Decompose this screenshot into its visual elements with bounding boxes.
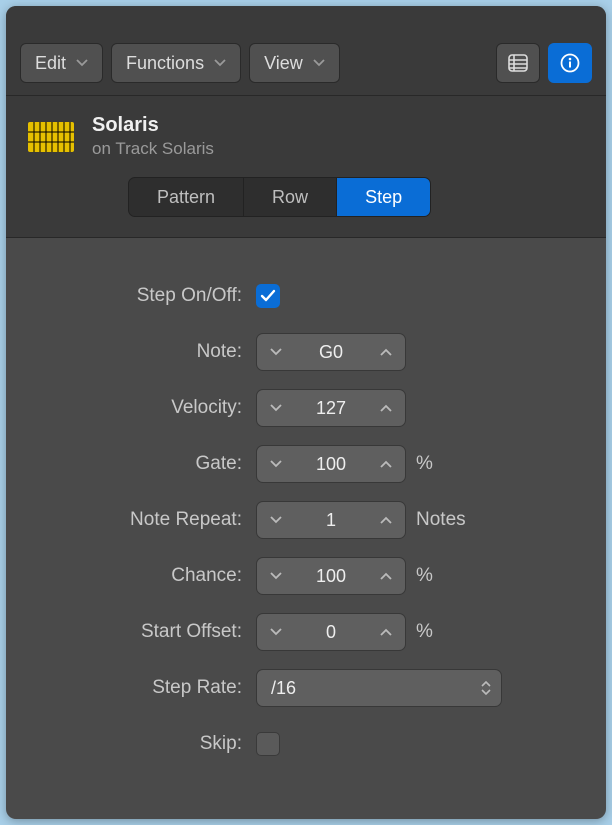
value-note[interactable]: G0 bbox=[295, 334, 367, 370]
functions-menu[interactable]: Functions bbox=[111, 43, 241, 83]
step-parameters: Step On/Off: Note: G0 Velocity: bbox=[6, 238, 606, 792]
view-menu[interactable]: View bbox=[249, 43, 340, 83]
scope-segmented-control: Pattern Row Step bbox=[128, 177, 431, 217]
row-skip: Skip: bbox=[36, 716, 576, 772]
unit-start-offset: % bbox=[416, 621, 433, 643]
chevron-down-icon[interactable] bbox=[257, 446, 295, 482]
chevron-up-icon[interactable] bbox=[367, 558, 405, 594]
step-sequencer-icon bbox=[28, 121, 74, 153]
value-step-rate: /16 bbox=[271, 678, 296, 699]
stepper-gate[interactable]: 100 bbox=[256, 445, 406, 483]
chevron-down-icon[interactable] bbox=[257, 558, 295, 594]
row-gate: Gate: 100 % bbox=[36, 436, 576, 492]
chevron-down-icon bbox=[313, 59, 325, 67]
row-start-offset: Start Offset: 0 % bbox=[36, 604, 576, 660]
label-velocity: Velocity: bbox=[36, 397, 256, 419]
label-step-rate: Step Rate: bbox=[36, 677, 256, 699]
chevron-up-icon[interactable] bbox=[367, 446, 405, 482]
label-chance: Chance: bbox=[36, 565, 256, 587]
checkbox-skip[interactable] bbox=[256, 732, 280, 756]
chevron-down-icon[interactable] bbox=[257, 390, 295, 426]
chevron-up-icon[interactable] bbox=[367, 390, 405, 426]
toolbar: Edit Functions View bbox=[6, 6, 606, 96]
updown-arrows-icon bbox=[481, 681, 491, 695]
stepper-note[interactable]: G0 bbox=[256, 333, 406, 371]
select-step-rate[interactable]: /16 bbox=[256, 669, 502, 707]
tab-pattern[interactable]: Pattern bbox=[129, 178, 244, 216]
chevron-down-icon[interactable] bbox=[257, 502, 295, 538]
label-gate: Gate: bbox=[36, 453, 256, 475]
edit-menu-label: Edit bbox=[35, 53, 66, 74]
tab-row[interactable]: Row bbox=[244, 178, 337, 216]
row-note: Note: G0 bbox=[36, 324, 576, 380]
info-button[interactable] bbox=[548, 43, 592, 83]
unit-chance: % bbox=[416, 565, 433, 587]
region-subtitle: on Track Solaris bbox=[92, 139, 214, 159]
info-icon bbox=[560, 53, 580, 73]
stepper-note-repeat[interactable]: 1 bbox=[256, 501, 406, 539]
unit-gate: % bbox=[416, 453, 433, 475]
row-velocity: Velocity: 127 bbox=[36, 380, 576, 436]
chevron-up-icon[interactable] bbox=[367, 502, 405, 538]
region-header: Solaris on Track Solaris Pattern Row Ste… bbox=[6, 96, 606, 238]
row-step-on-off: Step On/Off: bbox=[36, 268, 576, 324]
functions-menu-label: Functions bbox=[126, 53, 204, 74]
row-chance: Chance: 100 % bbox=[36, 548, 576, 604]
label-skip: Skip: bbox=[36, 733, 256, 755]
label-note-repeat: Note Repeat: bbox=[36, 509, 256, 531]
value-velocity[interactable]: 127 bbox=[295, 390, 367, 426]
inspector-window: Edit Functions View bbox=[6, 6, 606, 819]
chevron-down-icon bbox=[76, 59, 88, 67]
checkbox-step-on-off[interactable] bbox=[256, 284, 280, 308]
region-title: Solaris bbox=[92, 114, 214, 137]
value-gate[interactable]: 100 bbox=[295, 446, 367, 482]
chevron-down-icon bbox=[214, 59, 226, 67]
value-chance[interactable]: 100 bbox=[295, 558, 367, 594]
list-icon bbox=[508, 54, 528, 72]
value-start-offset[interactable]: 0 bbox=[295, 614, 367, 650]
stepper-velocity[interactable]: 127 bbox=[256, 389, 406, 427]
label-note: Note: bbox=[36, 341, 256, 363]
view-menu-label: View bbox=[264, 53, 303, 74]
edit-menu[interactable]: Edit bbox=[20, 43, 103, 83]
stepper-start-offset[interactable]: 0 bbox=[256, 613, 406, 651]
stepper-chance[interactable]: 100 bbox=[256, 557, 406, 595]
row-note-repeat: Note Repeat: 1 Notes bbox=[36, 492, 576, 548]
value-note-repeat[interactable]: 1 bbox=[295, 502, 367, 538]
list-button[interactable] bbox=[496, 43, 540, 83]
chevron-down-icon[interactable] bbox=[257, 614, 295, 650]
unit-note-repeat: Notes bbox=[416, 509, 466, 531]
chevron-up-icon[interactable] bbox=[367, 334, 405, 370]
label-start-offset: Start Offset: bbox=[36, 621, 256, 643]
tab-step[interactable]: Step bbox=[337, 178, 430, 216]
label-step-on-off: Step On/Off: bbox=[36, 285, 256, 307]
row-step-rate: Step Rate: /16 bbox=[36, 660, 576, 716]
chevron-down-icon[interactable] bbox=[257, 334, 295, 370]
chevron-up-icon[interactable] bbox=[367, 614, 405, 650]
